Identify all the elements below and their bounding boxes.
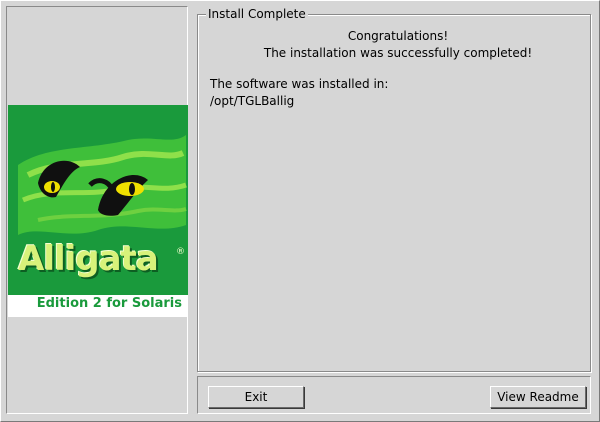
- logo-edition-strip: Edition 2 for Solaris: [8, 295, 188, 317]
- installed-label: The software was installed in:: [210, 77, 389, 91]
- logo-wordmark: Alligata: [18, 239, 159, 279]
- congrats-line: Congratulations!: [347, 29, 449, 43]
- success-line: The installation was successfully comple…: [263, 46, 533, 60]
- install-path: /opt/TGLBallig: [210, 94, 295, 108]
- exit-button[interactable]: Exit: [208, 386, 304, 408]
- alligator-eyes-icon: [18, 135, 187, 235]
- alligata-logo: Alligata ® Edition 2 for Solaris: [8, 105, 188, 317]
- content-frame: [197, 14, 591, 372]
- side-panel: Alligata ® Edition 2 for Solaris: [6, 6, 188, 414]
- install-location: The software was installed in: /opt/TGLB…: [210, 76, 388, 110]
- view-readme-button[interactable]: View Readme: [490, 386, 586, 408]
- registered-mark: ®: [176, 247, 185, 257]
- logo-edition-text: Edition 2 for Solaris: [36, 296, 182, 311]
- frame-title: Install Complete: [206, 6, 308, 22]
- congratulations-message: Congratulations! The installation was su…: [202, 28, 594, 62]
